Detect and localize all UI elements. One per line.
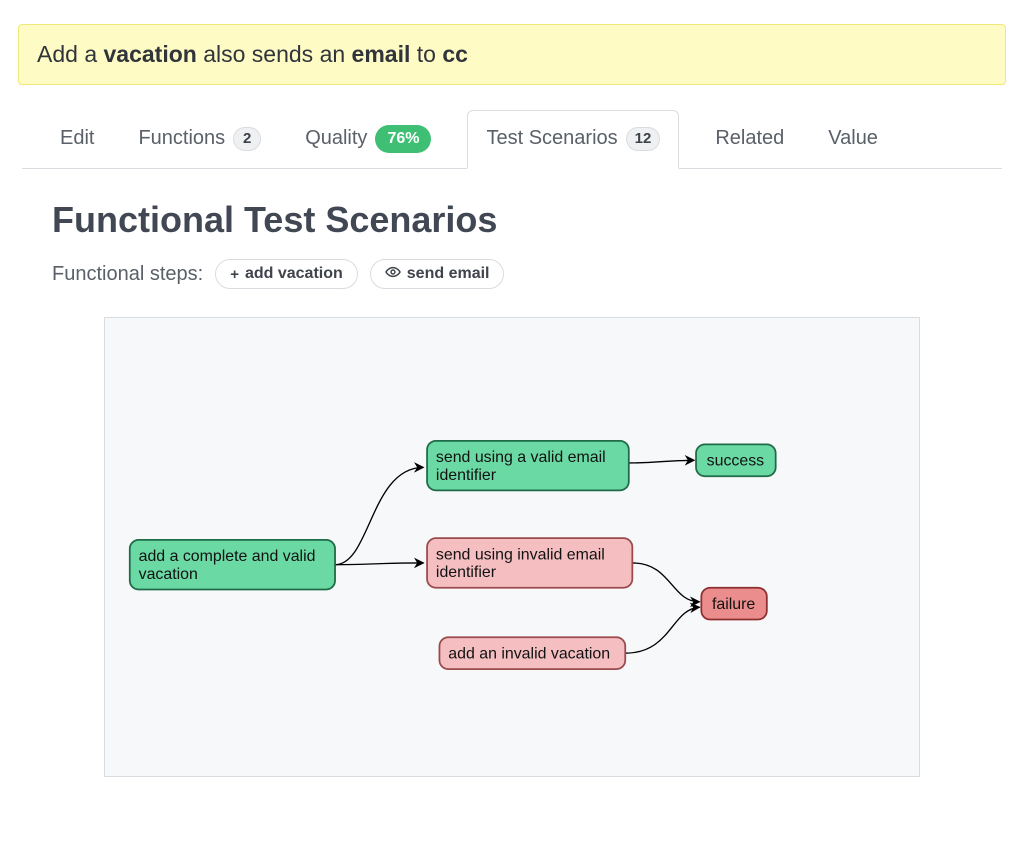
node-label: failure [712,596,755,613]
node-send-valid-email[interactable]: send using a valid email identifier [427,441,629,491]
node-label: vacation [139,566,198,583]
pill-label: add vacation [245,265,343,283]
eye-icon [385,264,401,284]
tab-label: Functions [138,127,225,150]
tab-label: Quality [305,127,367,150]
tab-label: Value [828,127,878,150]
tab-test-scenarios[interactable]: Test Scenarios 12 [467,110,679,169]
node-label: send using a valid email [436,449,606,466]
functional-steps-row: Functional steps: + add vacation send em… [52,259,972,289]
node-success[interactable]: success [696,444,776,476]
scenario-diagram: add a complete and valid vacation send u… [105,318,919,776]
pill-send-email[interactable]: send email [370,259,505,289]
edge-valid-email-to-success [629,460,694,463]
edge-valid-vacation-to-valid-email [335,467,423,564]
pill-add-vacation[interactable]: + add vacation [215,259,358,289]
tab-functions[interactable]: Functions 2 [130,109,269,168]
section-title: Functional Test Scenarios [52,199,972,241]
node-label: send using invalid email [436,546,605,563]
tab-label: Related [715,127,784,150]
functions-count-badge: 2 [233,127,261,151]
tab-label: Edit [60,127,94,150]
steps-label: Functional steps: [52,263,203,286]
node-failure[interactable]: failure [701,588,766,620]
edge-invalid-email-to-failure [632,563,699,602]
tab-value[interactable]: Value [820,109,886,168]
node-label: identifier [436,564,497,581]
banner-text: Add a [37,41,104,67]
node-label: success [707,453,765,470]
tab-quality[interactable]: Quality 76% [297,109,439,168]
tab-related[interactable]: Related [707,109,792,168]
banner-bold-text: cc [442,41,468,67]
node-add-valid-vacation[interactable]: add a complete and valid vacation [130,540,335,590]
title-banner: Add a vacation also sends an email to cc [18,24,1006,85]
node-label: identifier [436,467,497,484]
banner-text: also sends an [197,41,352,67]
scenario-canvas: add a complete and valid vacation send u… [104,317,920,777]
tab-edit[interactable]: Edit [52,109,102,168]
node-label: add an invalid vacation [448,645,610,662]
node-label: add a complete and valid [139,548,316,565]
banner-bold-text: email [352,41,411,67]
plus-icon: + [230,266,239,283]
edge-valid-vacation-to-invalid-email [335,563,423,565]
banner-bold-text: vacation [104,41,197,67]
tab-label: Test Scenarios [486,127,617,150]
pill-label: send email [407,265,490,283]
banner-text: to [410,41,442,67]
quality-percent-badge: 76% [375,125,431,153]
tabs-bar: Edit Functions 2 Quality 76% Test Scenar… [22,109,1002,169]
edge-invalid-vacation-to-failure [625,607,699,653]
node-send-invalid-email[interactable]: send using invalid email identifier [427,538,632,588]
test-scenarios-count-badge: 12 [626,127,661,151]
node-add-invalid-vacation[interactable]: add an invalid vacation [439,637,625,669]
